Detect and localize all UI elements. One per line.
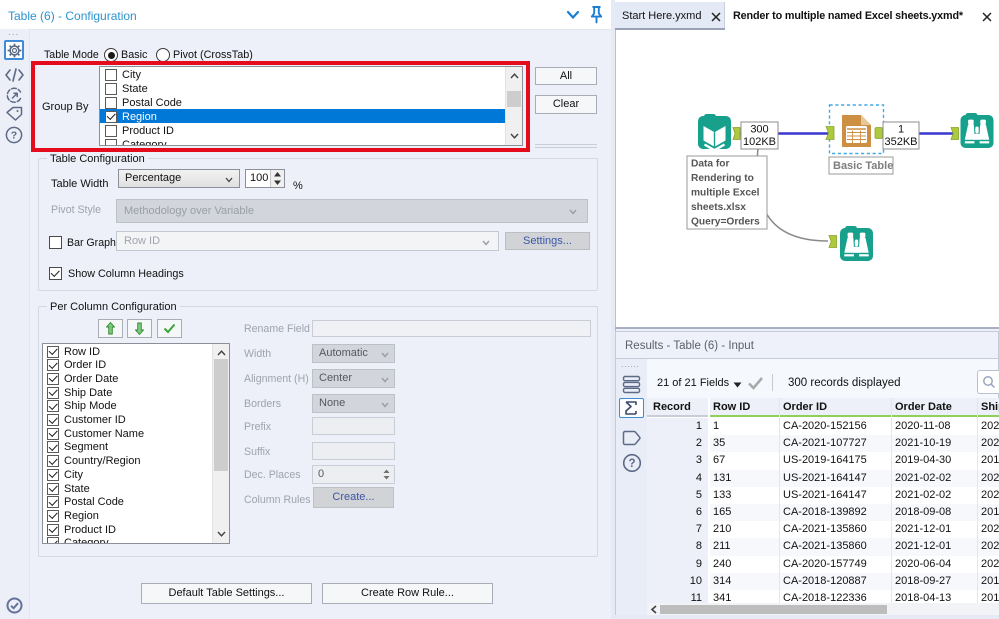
svg-text:352KB: 352KB: [884, 136, 917, 148]
svg-text:Data for: Data for: [691, 159, 730, 170]
svg-text:multiple Excel: multiple Excel: [691, 188, 760, 199]
svg-text:300: 300: [750, 124, 768, 136]
svg-text:1: 1: [898, 124, 904, 136]
svg-text:Query=Orders: Query=Orders: [691, 217, 760, 228]
svg-text:Rendering to: Rendering to: [691, 173, 754, 184]
svg-text:sheets.xlsx: sheets.xlsx: [691, 202, 746, 213]
svg-text:102KB: 102KB: [743, 136, 776, 148]
svg-text:?: ?: [628, 458, 635, 470]
svg-text:?: ?: [11, 130, 17, 142]
svg-text:Basic Table: Basic Table: [833, 160, 893, 172]
